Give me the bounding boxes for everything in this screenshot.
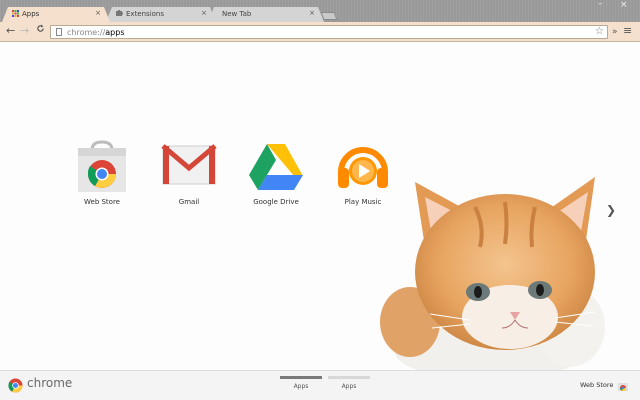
apps-page: Web Store Gmail Google Drive Play Music …	[0, 42, 640, 380]
page-label: Apps	[293, 383, 309, 390]
app-label: Web Store	[84, 198, 120, 206]
app-gmail[interactable]: Gmail	[149, 138, 229, 206]
page-switcher-apps-2[interactable]: Apps	[328, 376, 370, 390]
close-tab-icon[interactable]: ×	[309, 9, 315, 17]
page-indicator-bar	[328, 376, 370, 379]
gmail-icon	[159, 138, 219, 194]
bookmark-star-icon[interactable]: ☆	[595, 26, 604, 38]
reload-icon	[37, 24, 44, 32]
tab-label: New Tab	[222, 10, 252, 18]
tab-new-tab[interactable]: New Tab ×	[208, 7, 324, 22]
page-label: Apps	[341, 383, 357, 390]
puzzle-piece-icon	[116, 10, 123, 17]
bottom-bar: chrome Apps Apps Web Store	[0, 370, 640, 400]
close-tab-icon[interactable]: ×	[201, 9, 207, 17]
app-label: Gmail	[178, 198, 200, 206]
address-bar[interactable]: chrome://apps ☆	[50, 25, 608, 39]
page-icon	[56, 28, 62, 36]
tab-extensions[interactable]: Extensions ×	[106, 7, 216, 22]
app-play-music[interactable]: Play Music	[323, 138, 403, 206]
app-label: Google Drive	[253, 198, 299, 206]
kitten-theme-image	[380, 177, 605, 380]
tab-label: Apps	[22, 10, 40, 18]
webstore-icon	[72, 138, 132, 194]
url-text: chrome://apps	[67, 28, 125, 37]
next-page-chevron-icon[interactable]: ❯	[606, 203, 616, 217]
chrome-logo-icon	[8, 378, 23, 393]
minimize-button[interactable]: –	[598, 0, 603, 9]
menu-button[interactable]: ≡	[623, 24, 632, 38]
title-bar: Apps × Extensions × New Tab × – ×	[0, 0, 640, 22]
tab-apps[interactable]: Apps ×	[2, 7, 110, 22]
google-drive-icon	[246, 138, 306, 194]
extensions-overflow-button[interactable]: »	[612, 25, 618, 39]
reload-button[interactable]	[36, 24, 45, 38]
page-indicator-bar	[280, 376, 322, 379]
forward-button[interactable]: →	[20, 24, 29, 38]
webstore-small-icon[interactable]	[617, 380, 629, 392]
app-google-drive[interactable]: Google Drive	[236, 138, 316, 206]
back-button[interactable]: ←	[6, 24, 15, 38]
play-music-icon	[333, 138, 393, 194]
page-switcher-apps-1[interactable]: Apps	[280, 376, 322, 390]
app-label: Play Music	[344, 198, 382, 206]
tab-label: Extensions	[126, 10, 165, 18]
new-tab-button[interactable]	[320, 12, 338, 20]
apps-grid-icon	[12, 10, 19, 17]
chrome-brand-label: chrome	[27, 376, 73, 390]
close-window-button[interactable]: ×	[620, 0, 628, 10]
toolbar: ← → chrome://apps ☆ » ≡	[0, 22, 640, 42]
close-tab-icon[interactable]: ×	[95, 9, 101, 17]
web-store-link[interactable]: Web Store	[580, 381, 613, 389]
app-web-store[interactable]: Web Store	[62, 138, 142, 206]
